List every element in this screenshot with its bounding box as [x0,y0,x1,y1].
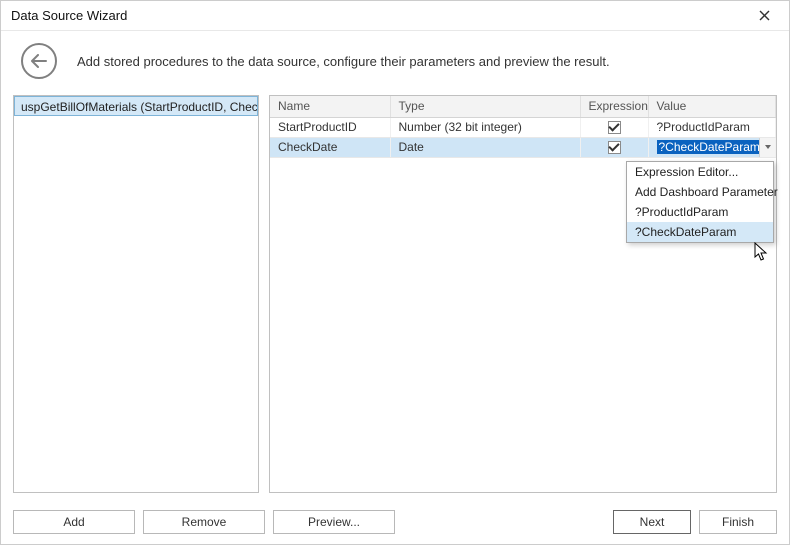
procedures-list[interactable]: uspGetBillOfMaterials (StartProductID, C… [13,95,259,493]
grid-row[interactable]: CheckDate Date ?CheckDateParam [270,137,776,157]
grid-row[interactable]: StartProductID Number (32 bit integer) ?… [270,117,776,137]
back-button[interactable] [21,43,57,79]
dropdown-item-expression-editor[interactable]: Expression Editor... [627,162,773,182]
arrow-left-icon [31,54,47,68]
cell-value[interactable]: ?ProductIdParam [648,117,776,137]
cell-name[interactable]: StartProductID [270,117,390,137]
close-icon [759,10,770,21]
wizard-description: Add stored procedures to the data source… [77,54,610,69]
next-button[interactable]: Next [613,510,691,534]
cell-name[interactable]: CheckDate [270,137,390,157]
dropdown-item-checkdateparam[interactable]: ?CheckDateParam [627,222,773,242]
chevron-down-icon [765,145,771,149]
expression-checkbox[interactable] [608,141,621,154]
grid-header-row: Name Type Expression Value [270,96,776,117]
column-header-type[interactable]: Type [390,96,580,117]
close-button[interactable] [749,1,779,31]
titlebar: Data Source Wizard [1,1,789,31]
cell-type[interactable]: Date [390,137,580,157]
dropdown-item-productidparam[interactable]: ?ProductIdParam [627,202,773,222]
expression-checkbox[interactable] [608,121,621,134]
cell-expression[interactable] [580,117,648,137]
add-button[interactable]: Add [13,510,135,534]
value-dropdown: Expression Editor... Add Dashboard Param… [626,161,774,243]
column-header-name[interactable]: Name [270,96,390,117]
finish-button[interactable]: Finish [699,510,777,534]
dropdown-item-add-dashboard-parameter[interactable]: Add Dashboard Parameter [627,182,773,202]
column-header-expression[interactable]: Expression [580,96,648,117]
procedure-item[interactable]: uspGetBillOfMaterials (StartProductID, C… [14,96,258,116]
remove-button[interactable]: Remove [143,510,265,534]
cursor-icon [754,242,770,262]
wizard-header: Add stored procedures to the data source… [1,31,789,95]
preview-button[interactable]: Preview... [273,510,395,534]
selected-value-text: ?CheckDateParam [657,140,762,154]
parameters-grid: Name Type Expression Value StartProductI… [269,95,777,493]
window-title: Data Source Wizard [11,8,749,23]
cell-type[interactable]: Number (32 bit integer) [390,117,580,137]
footer-buttons: Add Remove Preview... Next Finish [13,510,777,534]
cell-expression[interactable] [580,137,648,157]
value-dropdown-button[interactable] [759,138,775,157]
column-header-value[interactable]: Value [648,96,776,117]
cell-value[interactable]: ?CheckDateParam [648,137,776,157]
